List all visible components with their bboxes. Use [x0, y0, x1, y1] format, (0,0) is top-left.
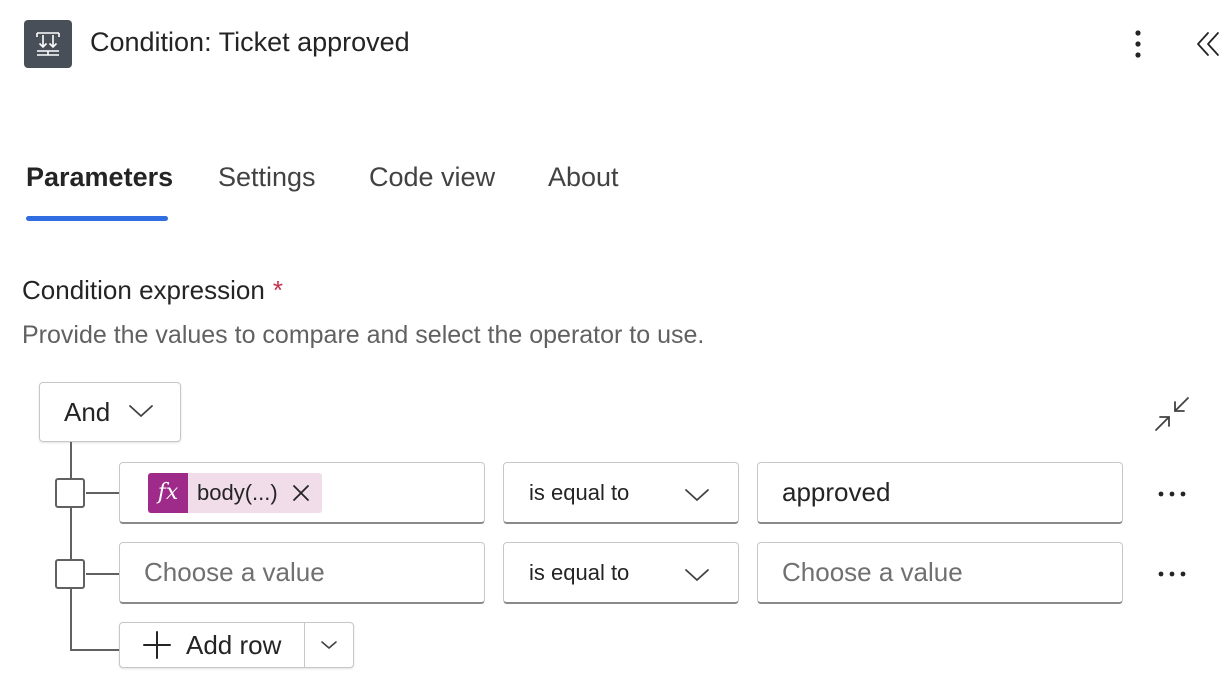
tab-code-view[interactable]: Code view	[369, 162, 495, 193]
tree-connector-add-row	[70, 649, 119, 651]
row-2-right-placeholder: Choose a value	[782, 557, 963, 587]
condition-action-icon	[24, 20, 72, 68]
double-chevron-left-icon	[1197, 32, 1219, 56]
condition-expression-text: Condition expression	[22, 275, 265, 305]
row-2-right-value-field[interactable]: Choose a value	[757, 542, 1123, 604]
row-2-left-placeholder: Choose a value	[144, 557, 325, 587]
condition-expression-label: Condition expression *	[22, 275, 283, 306]
row-1-more-button[interactable]	[1155, 477, 1189, 511]
chevron-down-icon	[321, 641, 338, 649]
required-indicator: *	[272, 275, 283, 305]
condition-icon	[36, 32, 60, 56]
active-tab-indicator	[26, 216, 168, 221]
row-2-operator-dropdown[interactable]: is equal to	[503, 542, 739, 604]
more-vertical-icon	[1135, 30, 1141, 58]
row-1-checkbox[interactable]	[55, 478, 85, 508]
condition-expression-description: Provide the values to compare and select…	[22, 321, 705, 349]
more-horizontal-icon	[1158, 491, 1186, 497]
chevron-down-icon	[685, 489, 709, 501]
collapse-group-button[interactable]	[1152, 394, 1192, 434]
chevron-down-icon	[685, 569, 709, 581]
group-operator-dropdown[interactable]: And	[39, 382, 181, 442]
remove-token-button[interactable]	[292, 484, 310, 502]
more-horizontal-icon	[1158, 571, 1186, 577]
expression-token-label: body(...)	[197, 479, 278, 505]
tree-connector-row-2	[86, 573, 119, 575]
row-2-left-value-field[interactable]: Choose a value	[119, 542, 485, 604]
tab-about[interactable]: About	[548, 162, 619, 193]
row-1-right-value-field[interactable]: approved	[757, 462, 1123, 524]
add-row-button[interactable]: Add row	[120, 623, 304, 667]
add-row-label: Add row	[186, 629, 282, 660]
plus-icon	[143, 631, 171, 659]
tree-connector-row-1	[86, 492, 119, 494]
row-1-operator-value: is equal to	[529, 479, 630, 505]
row-2-checkbox[interactable]	[55, 559, 85, 589]
function-icon: fx	[148, 472, 188, 513]
row-1-right-value: approved	[782, 477, 891, 507]
collapse-arrows-icon	[1155, 397, 1189, 431]
row-2-more-button[interactable]	[1155, 557, 1189, 591]
panel-title: Condition: Ticket approved	[90, 27, 410, 57]
row-1-left-value-field[interactable]: fx body(...)	[119, 462, 485, 524]
close-icon	[292, 484, 309, 501]
add-row-split-button: Add row	[119, 622, 354, 668]
chevron-down-icon	[129, 405, 153, 417]
more-options-button[interactable]	[1122, 24, 1154, 64]
expression-token[interactable]: fx body(...)	[148, 472, 322, 513]
tree-connector-vertical	[70, 442, 72, 651]
tab-settings[interactable]: Settings	[218, 162, 316, 193]
collapse-panel-button[interactable]	[1190, 26, 1226, 62]
tab-parameters[interactable]: Parameters	[26, 162, 173, 193]
row-1-operator-dropdown[interactable]: is equal to	[503, 462, 739, 524]
group-operator-value: And	[64, 396, 111, 427]
row-2-operator-value: is equal to	[529, 559, 630, 585]
add-row-menu-button[interactable]	[304, 623, 353, 667]
